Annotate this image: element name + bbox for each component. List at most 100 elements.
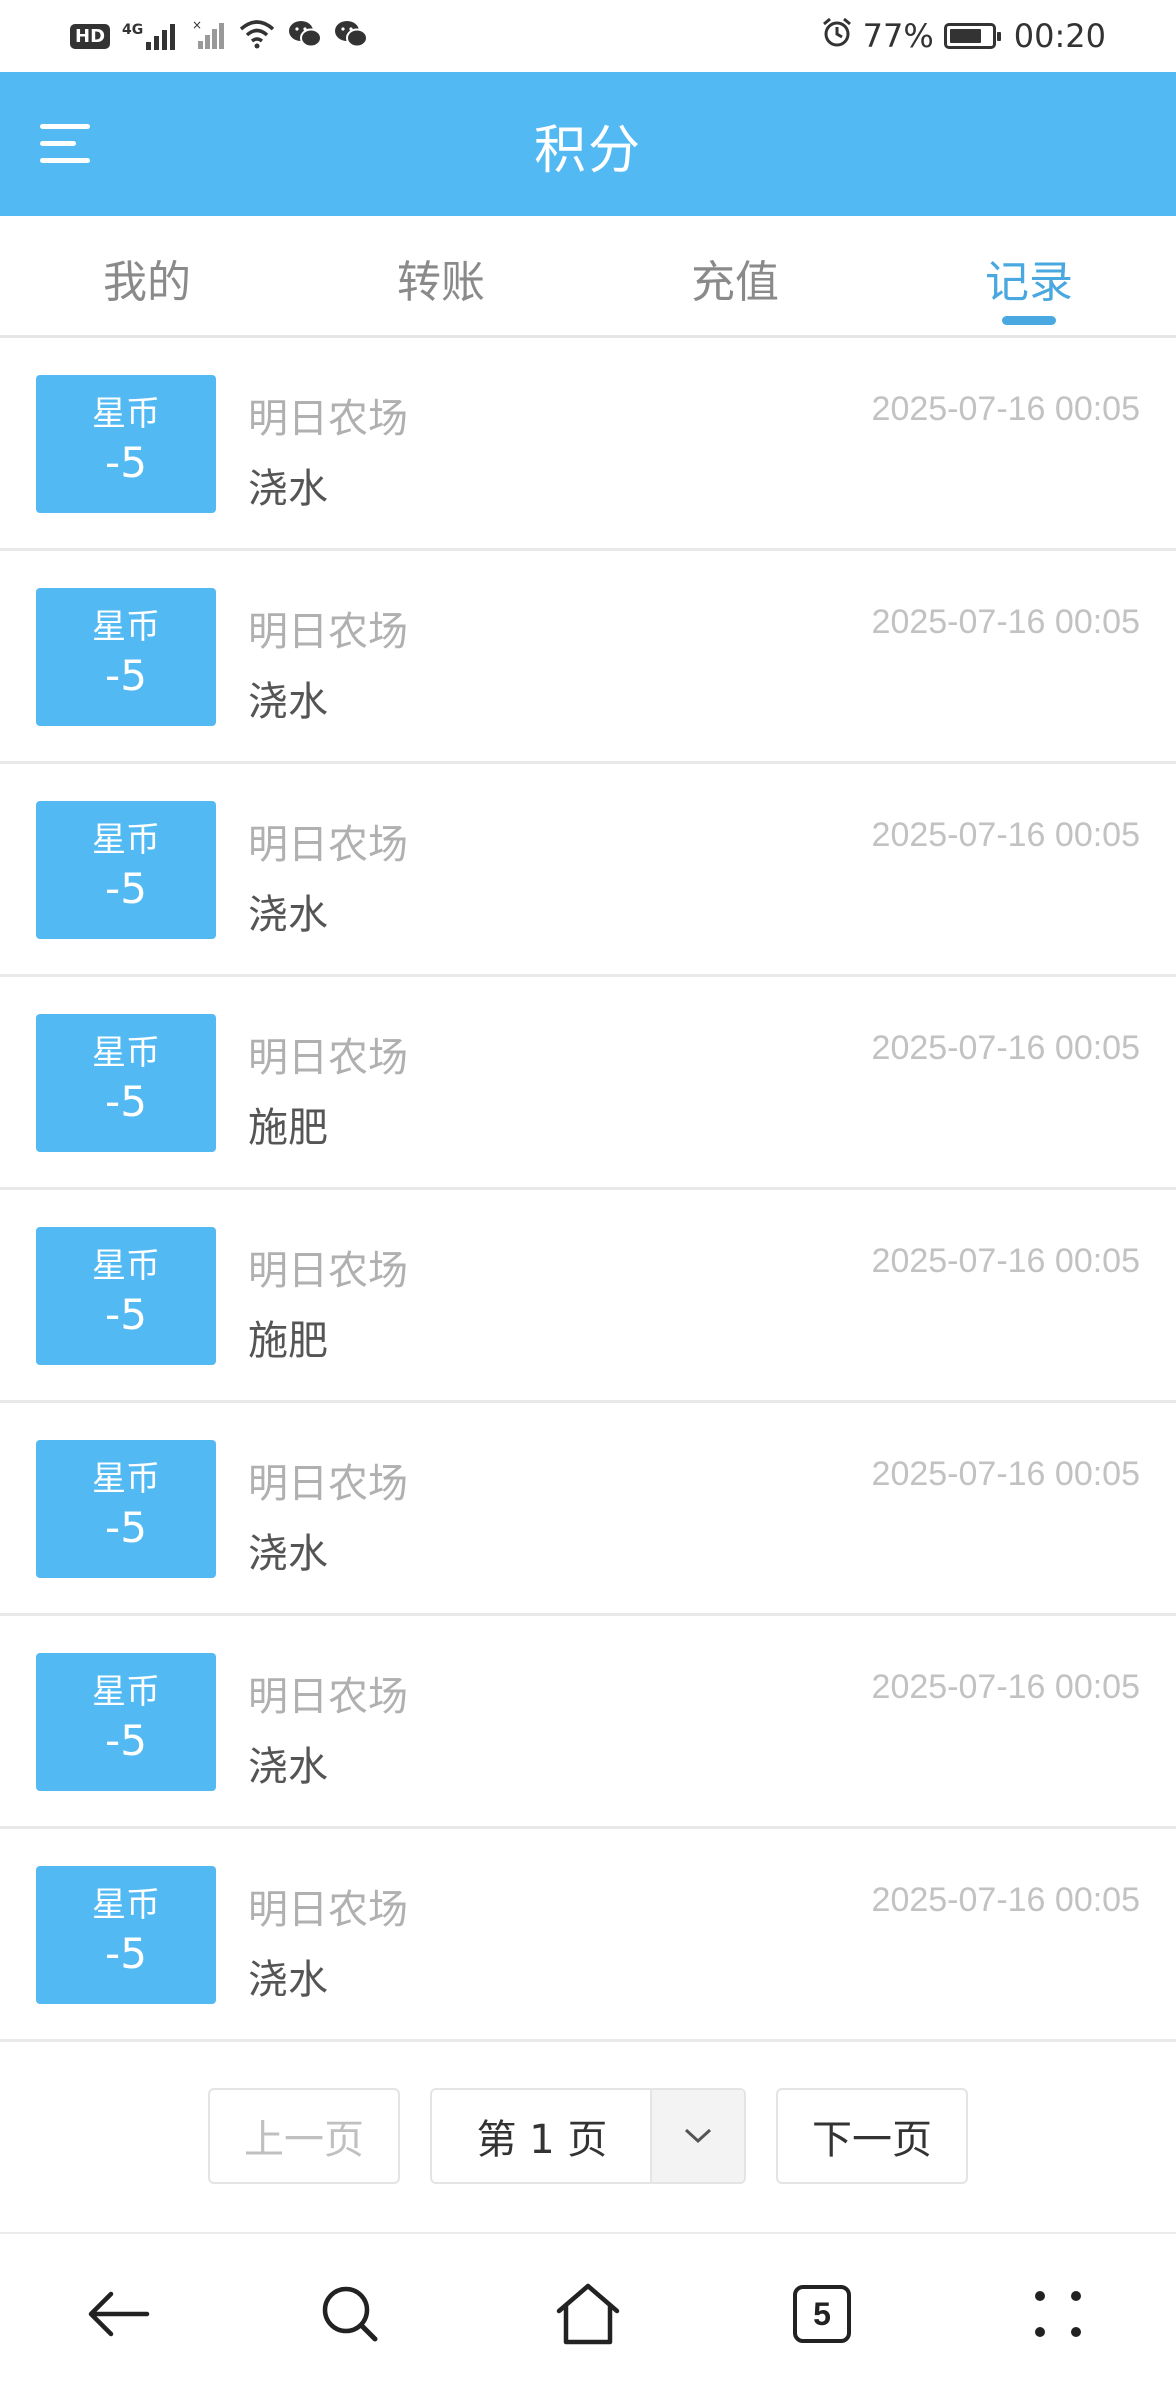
- hd-icon: HD: [70, 23, 111, 49]
- status-time: 00:20: [1013, 17, 1106, 55]
- network-type-label: 4G: [122, 22, 144, 38]
- currency-name: 星币: [92, 607, 160, 647]
- currency-amount: -5: [105, 1077, 147, 1126]
- search-icon: [322, 2286, 378, 2342]
- record-source: 明日农场: [248, 1461, 408, 1507]
- list-item[interactable]: 星币 -5 明日农场 浇水 2025-07-16 00:05: [0, 1403, 1176, 1616]
- coin-badge: 星币 -5: [36, 1014, 216, 1152]
- record-action: 浇水: [248, 1744, 328, 1790]
- signal-no-service-icon: ×: [192, 18, 226, 53]
- back-arrow-icon: [88, 2291, 150, 2337]
- record-time: 2025-07-16 00:05: [871, 1668, 1140, 1706]
- currency-amount: -5: [105, 1290, 147, 1339]
- record-source: 明日农场: [248, 822, 408, 868]
- currency-amount: -5: [105, 651, 147, 700]
- wechat-icon: [288, 19, 323, 53]
- currency-amount: -5: [105, 864, 147, 913]
- page-select[interactable]: 第 1 页: [430, 2088, 746, 2184]
- home-icon: [556, 2283, 620, 2345]
- record-source: 明日农场: [248, 396, 408, 442]
- list-item[interactable]: 星币 -5 明日农场 施肥 2025-07-16 00:05: [0, 977, 1176, 1190]
- status-bar-right: 77% 00:20: [821, 14, 1106, 58]
- signal-4g-icon: 4G: [122, 22, 180, 50]
- alarm-icon: [821, 16, 853, 56]
- tab-mine[interactable]: 我的: [0, 216, 294, 335]
- record-source: 明日农场: [248, 1674, 408, 1720]
- status-bar-left: HD 4G ×: [70, 18, 369, 54]
- chevron-down-icon: [684, 2128, 712, 2144]
- record-source: 明日农场: [248, 609, 408, 655]
- tab-bar: 我的 转账 充值 记录: [0, 216, 1176, 338]
- more-button[interactable]: [1018, 2274, 1098, 2354]
- currency-name: 星币: [92, 394, 160, 434]
- search-button[interactable]: [310, 2274, 390, 2354]
- record-time: 2025-07-16 00:05: [871, 1455, 1140, 1493]
- tab-records[interactable]: 记录: [882, 216, 1176, 335]
- record-source: 明日农场: [248, 1035, 408, 1081]
- list-item[interactable]: 星币 -5 明日农场 浇水 2025-07-16 00:05: [0, 1616, 1176, 1829]
- tab-label: 转账: [397, 257, 485, 308]
- tab-recharge[interactable]: 充值: [588, 216, 882, 335]
- record-action: 浇水: [248, 679, 328, 725]
- page-title: 积分: [533, 121, 642, 181]
- wechat-icon: [334, 19, 369, 53]
- home-button[interactable]: [548, 2274, 628, 2354]
- status-bar: HD 4G × 77% 00:20: [0, 0, 1176, 72]
- next-page-button[interactable]: 下一页: [776, 2088, 968, 2184]
- currency-amount: -5: [105, 1929, 147, 1978]
- list-item[interactable]: 星币 -5 明日农场 施肥 2025-07-16 00:05: [0, 1190, 1176, 1403]
- currency-amount: -5: [105, 1503, 147, 1552]
- list-item[interactable]: 星币 -5 明日农场 浇水 2025-07-16 00:05: [0, 1829, 1176, 2042]
- active-tab-indicator: [1002, 316, 1056, 325]
- currency-amount: -5: [105, 1716, 147, 1765]
- record-time: 2025-07-16 00:05: [871, 1881, 1140, 1919]
- list-item[interactable]: 星币 -5 明日农场 浇水 2025-07-16 00:05: [0, 764, 1176, 977]
- coin-badge: 星币 -5: [36, 1440, 216, 1578]
- record-action: 浇水: [248, 1957, 328, 2003]
- record-time: 2025-07-16 00:05: [871, 816, 1140, 854]
- tab-transfer[interactable]: 转账: [294, 216, 588, 335]
- page-select-toggle[interactable]: [650, 2090, 744, 2182]
- page-select-value: 第 1 页: [476, 2117, 608, 2163]
- coin-badge: 星币 -5: [36, 375, 216, 513]
- battery-percent: 77%: [862, 17, 934, 55]
- record-source: 明日农场: [248, 1887, 408, 1933]
- coin-badge: 星币 -5: [36, 588, 216, 726]
- battery-fill: [949, 29, 981, 43]
- tab-label: 我的: [103, 257, 191, 308]
- record-action: 浇水: [248, 892, 328, 938]
- tab-label: 充值: [691, 257, 779, 308]
- record-action: 施肥: [248, 1105, 328, 1151]
- prev-page-button[interactable]: 上一页: [208, 2088, 400, 2184]
- more-icon: [1035, 2291, 1081, 2337]
- tabs-icon: 5: [793, 2285, 851, 2343]
- record-action: 浇水: [248, 466, 328, 512]
- tab-label: 记录: [985, 257, 1073, 308]
- currency-name: 星币: [92, 1033, 160, 1073]
- list-item[interactable]: 星币 -5 明日农场 浇水 2025-07-16 00:05: [0, 551, 1176, 764]
- currency-amount: -5: [105, 438, 147, 487]
- coin-badge: 星币 -5: [36, 1653, 216, 1791]
- currency-name: 星币: [92, 820, 160, 860]
- record-time: 2025-07-16 00:05: [871, 603, 1140, 641]
- tabs-button[interactable]: 5: [782, 2274, 862, 2354]
- record-source: 明日农场: [248, 1248, 408, 1294]
- back-button[interactable]: [78, 2274, 158, 2354]
- currency-name: 星币: [92, 1885, 160, 1925]
- list-item[interactable]: 星币 -5 明日农场 浇水 2025-07-16 00:05: [0, 338, 1176, 551]
- pagination: 上一页 第 1 页 下一页: [0, 2088, 1176, 2184]
- coin-badge: 星币 -5: [36, 1227, 216, 1365]
- currency-name: 星币: [92, 1672, 160, 1712]
- currency-name: 星币: [92, 1459, 160, 1499]
- app-header: 积分: [0, 72, 1176, 216]
- battery-icon: [943, 23, 1001, 49]
- currency-name: 星币: [92, 1246, 160, 1286]
- record-time: 2025-07-16 00:05: [871, 1242, 1140, 1280]
- browser-bottom-nav: 5: [0, 2232, 1176, 2400]
- record-action: 施肥: [248, 1318, 328, 1364]
- record-action: 浇水: [248, 1531, 328, 1577]
- records-list: 星币 -5 明日农场 浇水 2025-07-16 00:05 星币 -5 明日农场 …: [0, 338, 1176, 2042]
- record-time: 2025-07-16 00:05: [871, 390, 1140, 428]
- coin-badge: 星币 -5: [36, 801, 216, 939]
- record-time: 2025-07-16 00:05: [871, 1029, 1140, 1067]
